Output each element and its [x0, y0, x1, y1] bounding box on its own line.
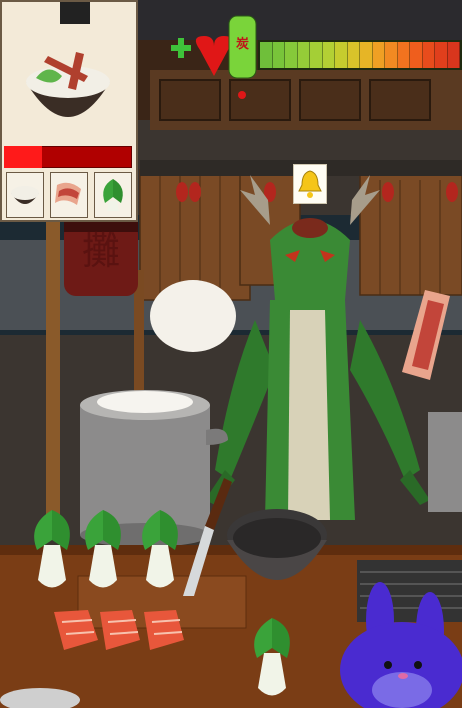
- meter-segment: [297, 42, 310, 68]
- lantern-glyph: 炭: [235, 37, 249, 52]
- meter-segment: [272, 42, 285, 68]
- bacon-icon: [55, 182, 81, 205]
- bell-button[interactable]: [293, 164, 327, 204]
- order-progress-fill: [4, 146, 43, 168]
- meter-segment: [322, 42, 335, 68]
- rice-icon: [11, 186, 39, 204]
- meter-segment: [372, 42, 385, 68]
- bok-choy-icon: [103, 179, 123, 211]
- meter-segment: [285, 42, 298, 68]
- meter-segment: [360, 42, 373, 68]
- bell-icon: [298, 170, 322, 198]
- rice-bowl-bacon-bokchoy-icon: [26, 52, 110, 117]
- meter-segment: [397, 42, 410, 68]
- stall-banner-text: 攤: [81, 229, 120, 273]
- meter-segment: [335, 42, 348, 68]
- ingredient-slot-bok-choy: [94, 172, 132, 218]
- meter-segment: [435, 42, 448, 68]
- meter-segment: [447, 42, 460, 68]
- meter-segment: [310, 42, 323, 68]
- meter-segment: [410, 42, 423, 68]
- meter-segment: [260, 42, 273, 68]
- cooking-meter: [258, 40, 462, 70]
- meter-segment: [347, 42, 360, 68]
- ingredient-slot-rice: [6, 172, 44, 218]
- meter-segment: [422, 42, 435, 68]
- meter-segment: [385, 42, 398, 68]
- ingredient-slot-bacon: [50, 172, 88, 218]
